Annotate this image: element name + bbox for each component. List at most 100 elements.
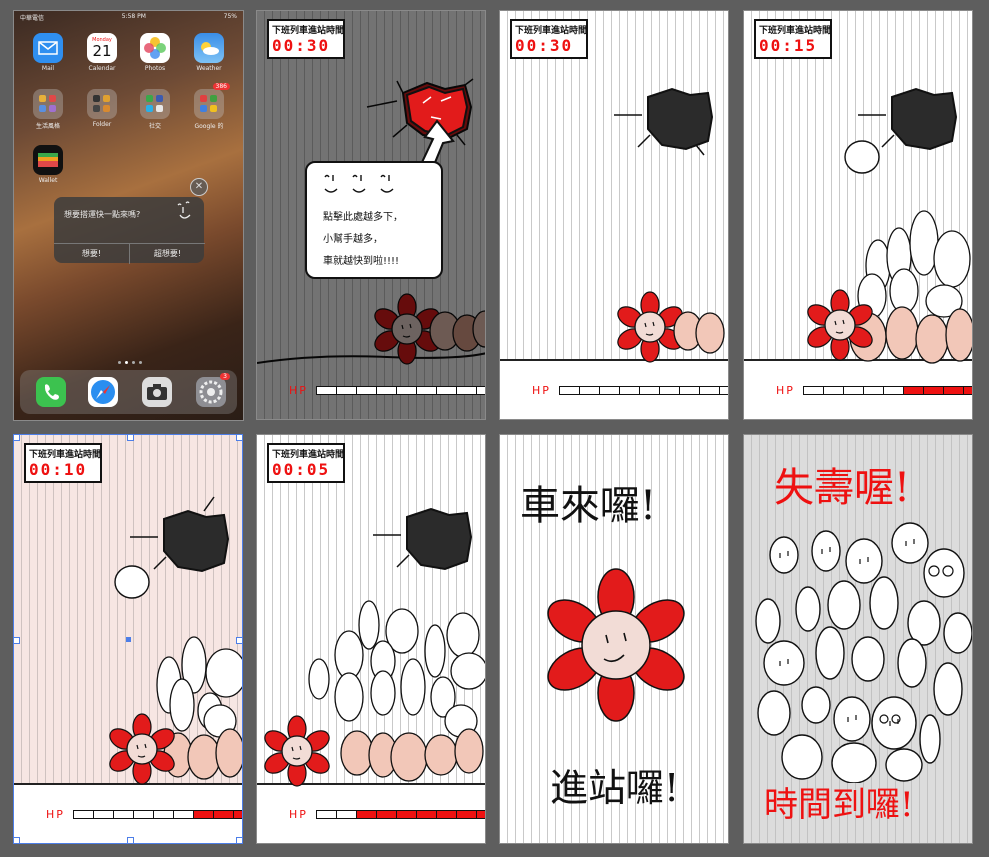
hp-cell [316, 387, 337, 394]
hp-cell [579, 387, 600, 394]
hp-cell [376, 387, 397, 394]
dock: 3 [20, 370, 237, 414]
hp-cell [923, 387, 944, 394]
hp-cells [72, 810, 242, 819]
hp-bar: HP [776, 384, 972, 397]
folder-icon: 386 [194, 83, 230, 119]
hp-cell [843, 387, 864, 394]
folder-lifestyle[interactable]: 生活風格 [30, 89, 66, 130]
wallet-icon [33, 145, 63, 175]
alert-message: 想要搭運快一點來嗎? [64, 210, 141, 219]
hp-label: HP [532, 384, 551, 397]
hp-cell [456, 811, 477, 818]
selection-handle[interactable] [236, 435, 242, 441]
selection-handle[interactable] [127, 435, 134, 441]
tutorial-line-2: 小幫手越多， [323, 234, 383, 245]
folder-generic[interactable]: Folder [84, 89, 120, 128]
selection-handle[interactable] [236, 637, 242, 644]
faces-doodle-icon [324, 174, 394, 193]
panel-15s: 下班列車進站時間 00:15 HP [743, 10, 973, 420]
close-icon[interactable]: ✕ [190, 178, 208, 196]
app-label: 社交 [148, 123, 161, 130]
hp-cell [456, 387, 477, 394]
folder-social[interactable]: 社交 [137, 89, 173, 130]
hole-button[interactable] [130, 496, 230, 573]
battery-label: 75% [223, 13, 237, 20]
app-wallet[interactable]: Wallet [30, 145, 66, 184]
safari-icon[interactable] [88, 377, 118, 407]
hole-button[interactable] [373, 507, 473, 571]
hp-label: HP [776, 384, 795, 397]
hp-cell [396, 811, 417, 818]
app-weather[interactable]: Weather [191, 33, 227, 72]
panel-time-up: 失壽喔! 時間到囉! [743, 434, 973, 844]
folder-icon [33, 89, 63, 119]
hp-cell [803, 387, 824, 394]
selection-handle[interactable] [127, 837, 134, 843]
alert-button-really-want[interactable]: 超想要! [129, 243, 205, 264]
tutorial-bubble: 點擊此處越多下， 小幫手越多， 車就越快到啦!!!! [305, 161, 443, 279]
timer-label: 下班列車進站時間 [515, 26, 588, 36]
alert-button-want[interactable]: 想要! [54, 243, 129, 264]
hp-cell [699, 387, 720, 394]
hp-cell [476, 811, 485, 818]
fail-title: 失壽喔! [774, 465, 911, 511]
settings-icon[interactable]: 3 [196, 373, 230, 407]
hp-cell [679, 387, 700, 394]
hp-cell [233, 811, 242, 818]
timer-value: 00:15 [759, 36, 818, 55]
hp-label: HP [289, 384, 308, 397]
hp-cell [883, 387, 904, 394]
folder-icon [140, 89, 170, 119]
hp-cell [213, 811, 234, 818]
hp-cells [558, 386, 728, 395]
hp-cell [619, 387, 640, 394]
app-calendar[interactable]: Monday 21 Calendar [84, 33, 120, 72]
arrive-title: 車來囉! [520, 483, 657, 529]
status-bar: 中華電信 5:58 PM 75% [14, 13, 243, 25]
page-dots [118, 361, 142, 364]
scene-art [264, 507, 485, 787]
hole-button[interactable] [614, 87, 714, 156]
app-label: Weather [196, 65, 222, 72]
tutorial-line-3: 車就越快到啦!!!! [323, 256, 400, 267]
selection-center[interactable] [126, 637, 131, 642]
scene-art [807, 87, 972, 364]
train-timer: 下班列車進站時間 00:10 [24, 443, 102, 483]
selection-handle[interactable] [14, 837, 20, 843]
folder-google[interactable]: 386 Google 的 [191, 83, 230, 130]
folder-icon [87, 89, 117, 119]
selection-handle[interactable] [14, 435, 20, 441]
phone-home-screen: 中華電信 5:58 PM 75% Mail Monday 21 Calendar… [13, 10, 244, 421]
hp-cell [436, 811, 457, 818]
hp-cell [173, 811, 194, 818]
timer-label: 下班列車進站時間 [272, 450, 345, 460]
crowd-art [755, 522, 972, 783]
selection-handle[interactable] [236, 837, 242, 843]
clock-label: 5:58 PM [121, 13, 146, 20]
hp-cell [719, 387, 728, 394]
face-doodle-icon [177, 201, 191, 219]
carrier-label: 中華電信 [20, 15, 45, 22]
app-mail[interactable]: Mail [30, 33, 66, 72]
camera-icon[interactable] [142, 377, 172, 407]
timer-label: 下班列車進站時間 [29, 450, 102, 460]
hp-cells [315, 810, 485, 819]
phone-icon[interactable] [36, 377, 66, 407]
hp-bar: HP [532, 384, 728, 397]
selection-handle[interactable] [14, 637, 20, 644]
hp-cell [336, 811, 357, 818]
panel-05s: 下班列車進站時間 00:05 HP [256, 434, 486, 844]
app-label: Wallet [38, 177, 58, 184]
app-photos[interactable]: Photos [137, 33, 173, 72]
scene-art [614, 87, 725, 363]
hp-cell [476, 387, 485, 394]
panel-tutorial: 下班列車進站時間 00:30 點擊此處越多下， 小幫手越多， 車就越快到啦!!!… [256, 10, 486, 420]
panel-10s-selected[interactable]: 下班列車進站時間 00:10 HP [13, 434, 243, 844]
hp-cell [133, 811, 154, 818]
calendar-icon: Monday 21 [87, 33, 117, 63]
arrive-subtitle: 進站囉! [550, 766, 680, 810]
hp-cells [315, 386, 485, 395]
hole-button[interactable] [858, 87, 958, 151]
hp-cell [113, 811, 134, 818]
